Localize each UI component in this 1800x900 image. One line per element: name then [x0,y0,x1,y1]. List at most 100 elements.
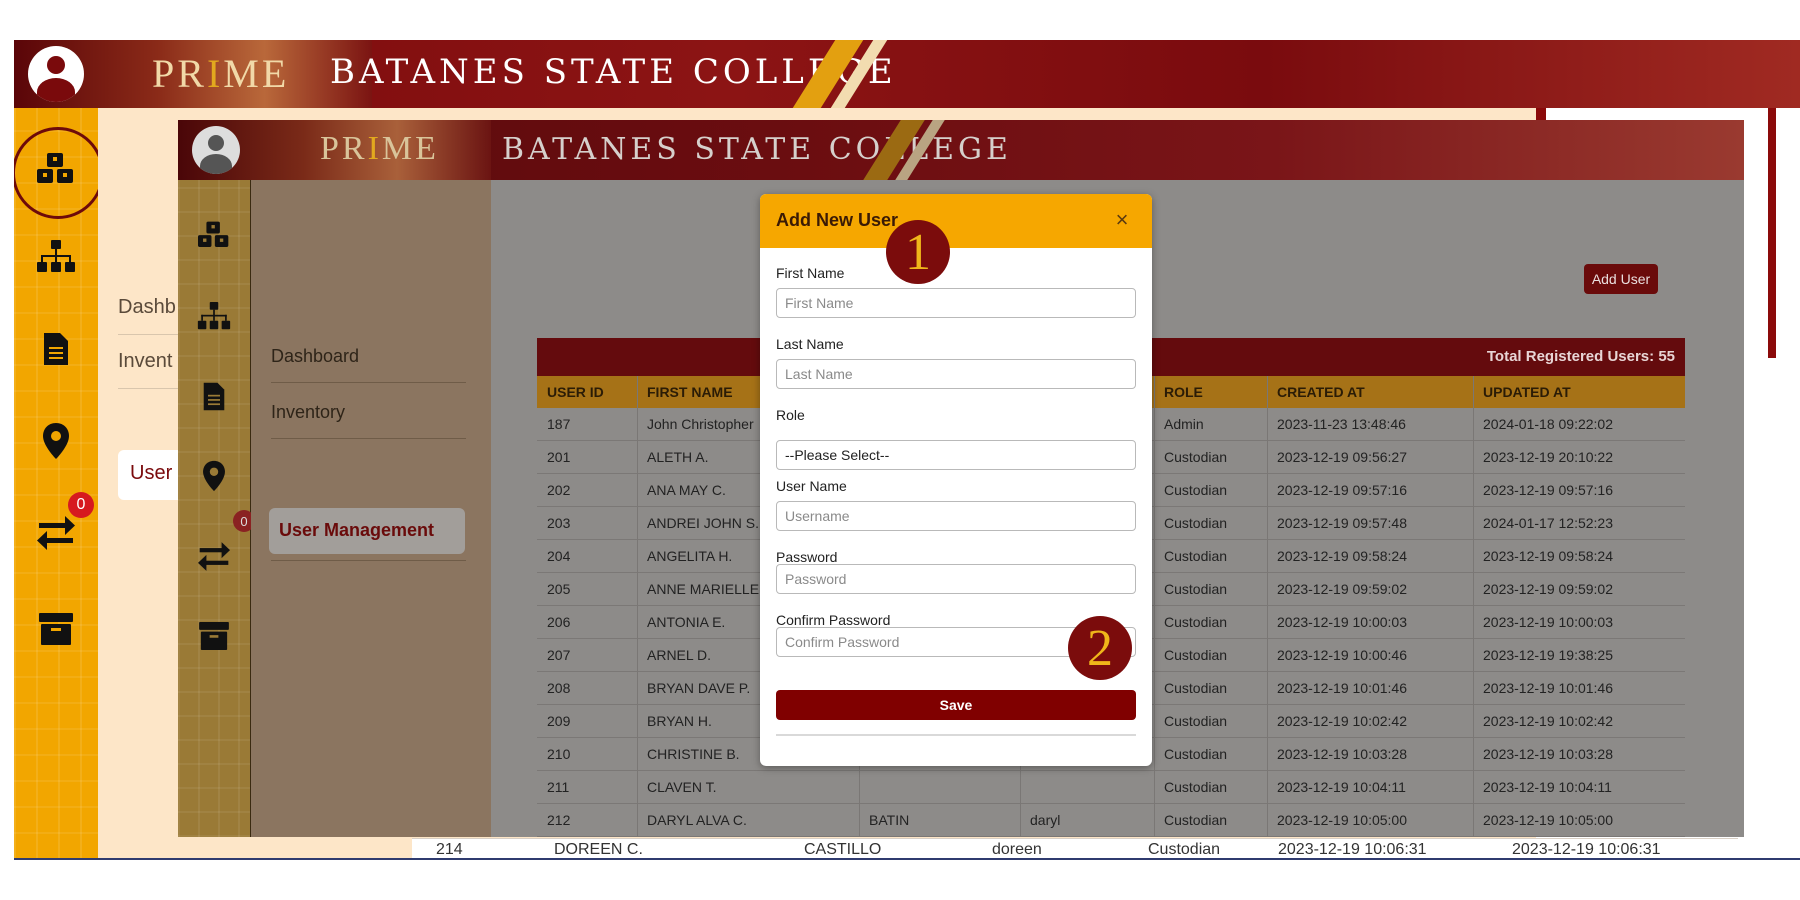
inner-cubes-icon[interactable] [190,214,238,258]
cell-user-id: 205 [547,581,571,597]
inner-header: PRIME BATANES STATE COLLEGE [178,120,1744,180]
outer-table-row: 214 DOREEN C. CASTILLO doreen Custodian … [412,838,1738,860]
inner-transfer-icon[interactable] [190,534,238,578]
first-name-input[interactable] [776,288,1136,318]
cell-user-id: 201 [547,449,571,465]
column-header-created-at[interactable]: CREATED AT [1277,384,1365,400]
cell-created-at: 2023-12-19 10:03:28 [1277,746,1407,762]
cell-role: Custodian [1164,548,1228,564]
password-label: Password [776,549,838,565]
outer-prime-logo: PRIME [152,51,290,96]
role-label: Role [776,407,805,423]
cell-updated-at: 2023-12-19 10:04:11 [1483,779,1612,795]
inner-document-icon[interactable] [190,374,238,418]
cell-user-id: 211 [547,779,570,795]
cell-created-at: 2023-12-19 10:01:46 [1277,680,1407,696]
inner-nav-user-management[interactable]: User Management [269,508,465,554]
last-name-input[interactable] [776,359,1136,389]
inner-nav-inventory[interactable]: Inventory [271,402,466,423]
cell-user-id: 206 [547,614,571,630]
cell-role: Custodian [1164,779,1228,795]
outer-map-marker-icon[interactable] [30,416,82,466]
outer-cell-id: 214 [436,841,463,858]
outer-archive-icon[interactable] [30,604,82,654]
cell-first-name: ANTONIA E. [647,614,726,630]
outer-cell-username: doreen [992,841,1042,858]
cell-updated-at: 2024-01-18 09:22:02 [1483,416,1613,432]
cell-user-id: 203 [547,515,571,531]
inner-sitemap-icon[interactable] [190,294,238,338]
outer-icon-rail: 0 [14,108,104,860]
outer-cell-last: CASTILLO [804,841,882,858]
outer-scrollbar[interactable] [1768,108,1776,358]
password-input[interactable] [776,564,1136,594]
cell-role: Custodian [1164,812,1228,828]
cell-first-name: ANDREI JOHN S. [647,515,760,531]
table-row: 212 DARYL ALVA C. BATIN daryl Custodian 2023-… [537,804,1685,837]
inner-archive-icon[interactable] [190,614,238,658]
column-divider [1267,376,1268,837]
cell-updated-at: 2023-12-19 09:58:24 [1483,548,1613,564]
cell-created-at: 2023-12-19 09:57:48 [1277,515,1407,531]
column-header-updated-at[interactable]: UPDATED AT [1483,384,1571,400]
modal-footer-divider [776,734,1136,736]
cell-first-name: ANA MAY C. [647,482,726,498]
inner-map-marker-icon[interactable] [190,454,238,498]
role-select[interactable]: --Please Select-- [776,440,1136,470]
modal-header: Add New User × [760,194,1152,248]
cell-created-at: 2023-12-19 10:04:11 [1277,779,1406,795]
cell-created-at: 2023-12-19 10:05:00 [1277,812,1407,828]
cell-updated-at: 2023-12-19 09:59:02 [1483,581,1613,597]
cell-created-at: 2023-12-19 09:57:16 [1277,482,1407,498]
cell-role: Custodian [1164,515,1228,531]
cell-role: Custodian [1164,482,1228,498]
outer-user-avatar-icon[interactable] [28,46,84,102]
outer-document-icon[interactable] [30,324,82,374]
outer-cell-first: DOREEN C. [554,841,643,858]
column-header-role[interactable]: ROLE [1164,384,1203,400]
total-users-count: Total Registered Users: 55 [1486,348,1675,365]
outer-cubes-icon[interactable] [30,140,82,200]
inner-user-avatar-icon[interactable] [192,126,240,174]
cell-first-name: CLAVEN T. [647,779,717,795]
cell-role: Custodian [1164,647,1228,663]
cell-user-id: 208 [547,680,571,696]
inner-nav-dashboard[interactable]: Dashboard [271,346,466,367]
add-user-button[interactable]: Add User [1584,264,1658,294]
outer-bottom-border [14,858,1800,860]
cell-created-at: 2023-12-19 09:56:27 [1277,449,1407,465]
cell-updated-at: 2023-12-19 10:01:46 [1483,680,1613,696]
cell-created-at: 2023-12-19 10:00:03 [1277,614,1407,630]
column-header-user-id[interactable]: USER ID [547,384,604,400]
cell-first-name: ANGELITA H. [647,548,733,564]
outer-header: PRIME BATANES STATE COLLEGE [14,40,1800,108]
first-name-label: First Name [776,265,845,281]
username-input[interactable] [776,501,1136,531]
save-button[interactable]: Save [776,690,1136,720]
inner-nav-divider [271,438,466,439]
column-divider [1154,376,1155,837]
cell-created-at: 2023-12-19 09:58:24 [1277,548,1407,564]
cell-role: Custodian [1164,449,1228,465]
cell-user-id: 187 [547,416,571,432]
confirm-password-label: Confirm Password [776,612,891,628]
cell-role: Admin [1164,416,1204,432]
cell-updated-at: 2023-12-19 10:02:42 [1483,713,1613,729]
cell-role: Custodian [1164,746,1228,762]
inner-nav-panel: Dashboard Inventory User Management [251,180,491,837]
cell-first-name: ARNEL D. [647,647,712,663]
outer-sitemap-icon[interactable] [30,232,82,282]
cell-role: Custodian [1164,680,1228,696]
column-divider [1473,376,1474,837]
cell-user-id: 207 [547,647,571,663]
cell-username: daryl [1030,812,1061,828]
cell-updated-at: 2023-12-19 10:05:00 [1483,812,1613,828]
cell-user-id: 202 [547,482,571,498]
close-icon[interactable]: × [1110,209,1134,233]
column-header-first-name[interactable]: FIRST NAME [647,384,733,400]
cell-first-name: BRYAN DAVE P. [647,680,751,696]
cell-last-name: BATIN [869,812,910,828]
modal-title: Add New User [776,210,899,230]
cell-first-name: BRYAN H. [647,713,712,729]
outer-cell-role: Custodian [1148,841,1221,858]
